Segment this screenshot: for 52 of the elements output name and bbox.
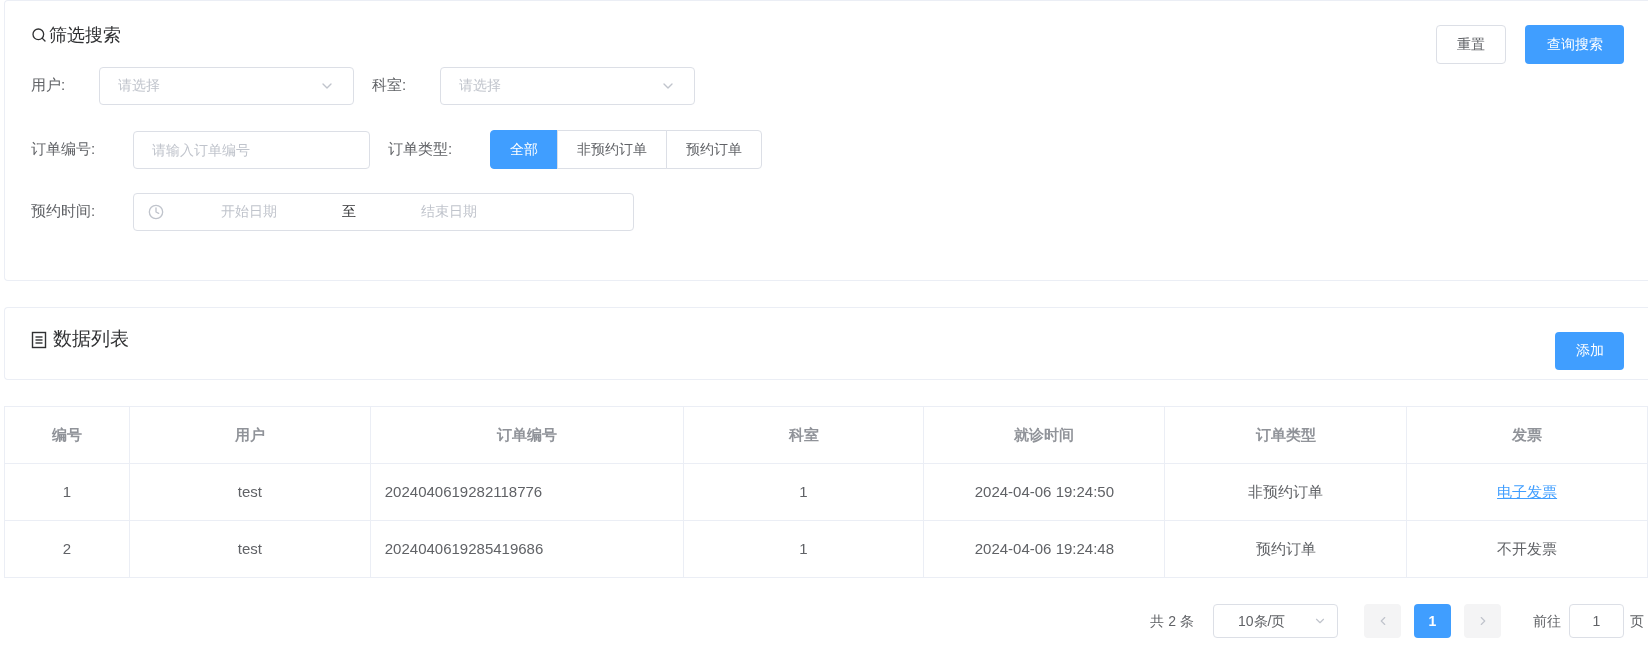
table-cell: 2024040619282118776: [370, 464, 684, 520]
page-button[interactable]: 1: [1414, 604, 1451, 638]
order-type-option[interactable]: 非预约订单: [557, 130, 667, 169]
order-type-option[interactable]: 预约订单: [666, 130, 762, 169]
column-header: 科室: [683, 407, 925, 463]
range-separator: 至: [341, 202, 357, 221]
clock-icon: [148, 203, 164, 220]
field-label: 科室:: [372, 75, 408, 96]
table-cell: 1: [683, 464, 925, 520]
column-header: 用户: [129, 407, 371, 463]
table-cell: test: [129, 521, 371, 577]
order-number-field[interactable]: 请输入订单编号: [133, 130, 370, 169]
list-icon: [31, 330, 47, 349]
goto-label: 前往: [1533, 611, 1561, 631]
field-label: 订单类型:: [388, 139, 454, 160]
table-cell: 非预约订单: [1165, 464, 1408, 520]
page-suffix: 页: [1630, 611, 1644, 631]
end-date-placeholder: 结束日期: [420, 202, 478, 221]
table-cell: test: [129, 464, 371, 520]
select-field[interactable]: 请选择: [99, 66, 354, 105]
column-header: 订单编号: [370, 407, 684, 463]
total-count: 共 2 条: [1150, 611, 1194, 631]
column-header: 订单类型: [1165, 407, 1408, 463]
order-type-option[interactable]: 全部: [490, 130, 558, 169]
field-label: 用户:: [31, 75, 67, 96]
select-field[interactable]: 请选择: [440, 66, 695, 105]
start-date-placeholder: 开始日期: [220, 202, 278, 221]
table-cell-text: 不开发票: [1497, 538, 1558, 559]
add-button[interactable]: 添加: [1555, 331, 1624, 370]
section-title: 数据列表: [53, 327, 129, 352]
previous-page-button[interactable]: [1364, 604, 1401, 638]
search-button[interactable]: 查询搜索: [1525, 25, 1624, 64]
table-cell: 预约订单: [1165, 521, 1408, 577]
table-cell: 2: [5, 521, 130, 577]
column-header: 就诊时间: [924, 407, 1166, 463]
table-cell: 1: [683, 521, 925, 577]
page-size-select[interactable]: 10条/页: [1213, 604, 1338, 638]
table-cell: 1: [5, 464, 130, 520]
field-label: 订单编号:: [31, 139, 97, 160]
table-cell: 2024-04-06 19:24:48: [924, 521, 1166, 577]
field-label: 预约时间:: [31, 201, 97, 222]
next-page-button[interactable]: [1464, 604, 1501, 638]
column-header: 发票: [1407, 407, 1648, 463]
table-cell: 2024-04-06 19:24:50: [924, 464, 1166, 520]
section-title: 筛选搜索: [49, 23, 121, 47]
reset-button[interactable]: 重置: [1436, 25, 1506, 64]
date-range-field[interactable]: 开始日期 至 结束日期: [133, 192, 634, 231]
column-header: 编号: [5, 407, 130, 463]
table-cell: 2024040619285419686: [370, 521, 684, 577]
invoice-link[interactable]: 电子发票: [1497, 480, 1558, 504]
search-icon: [31, 27, 47, 43]
page-number-field[interactable]: 1: [1569, 604, 1624, 638]
